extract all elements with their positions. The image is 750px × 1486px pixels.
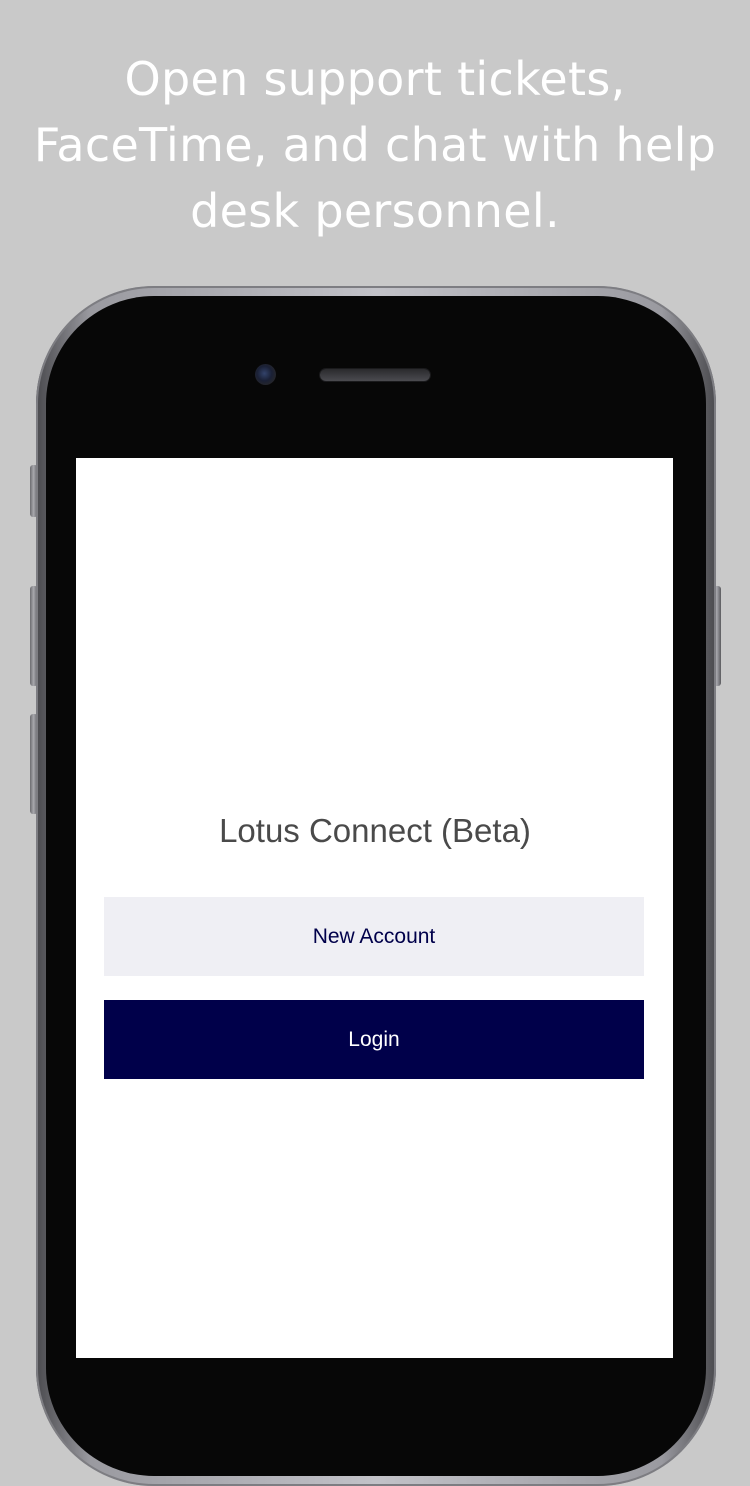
new-account-button[interactable]: New Account [104, 897, 644, 976]
earpiece-speaker-icon [320, 369, 430, 381]
app-title: Lotus Connect (Beta) [219, 812, 531, 849]
front-camera-icon [255, 364, 276, 385]
promo-headline: Open support tickets, FaceTime, and chat… [33, 52, 717, 238]
login-button[interactable]: Login [104, 1000, 644, 1079]
